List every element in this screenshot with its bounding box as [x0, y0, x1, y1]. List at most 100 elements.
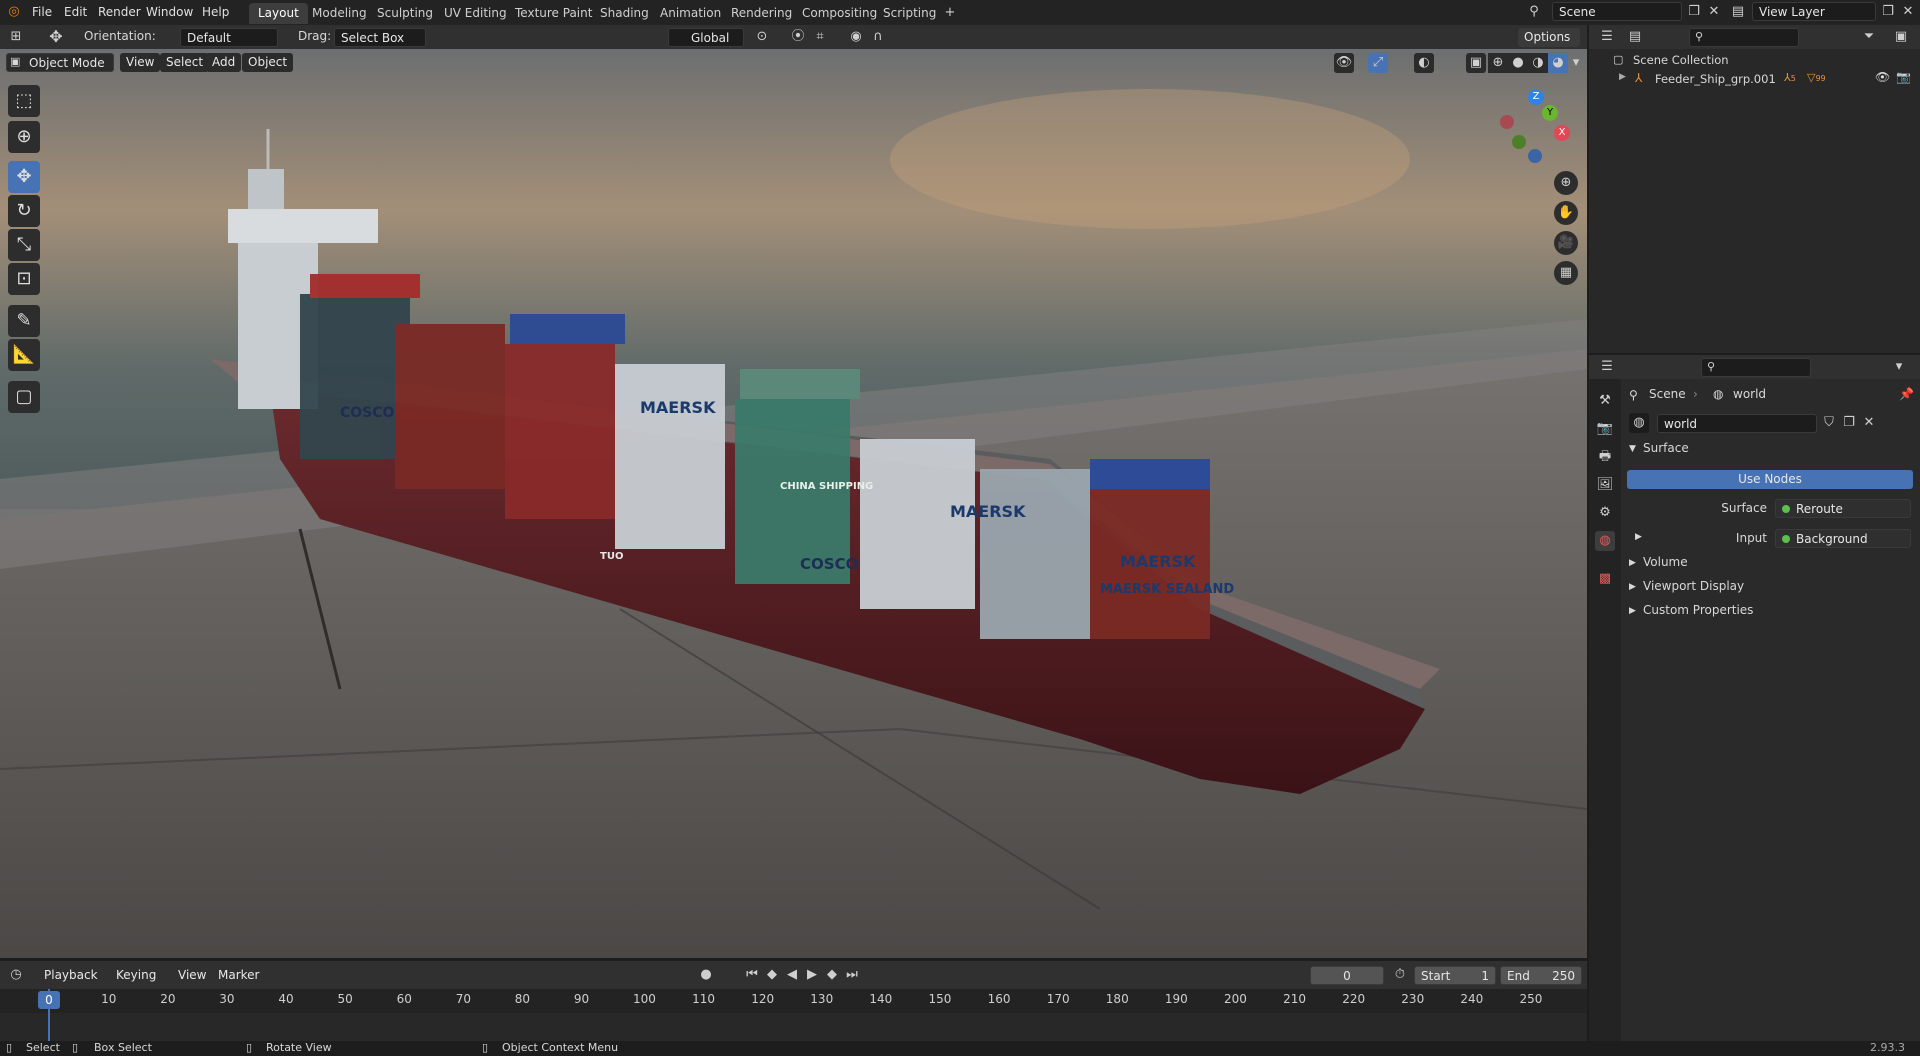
- jump-start-icon[interactable]: ⏮: [742, 965, 762, 985]
- duplicate-world-icon[interactable]: ❐: [1839, 413, 1859, 433]
- scene-selector[interactable]: Scene: [1552, 2, 1682, 21]
- input-value-field[interactable]: Background: [1775, 529, 1911, 548]
- use-nodes-button[interactable]: Use Nodes: [1627, 470, 1913, 489]
- select-box-tool-icon[interactable]: ⬚: [8, 85, 40, 117]
- falloff-icon[interactable]: ∩: [868, 27, 888, 47]
- menu-add[interactable]: Add: [206, 53, 242, 72]
- annotate-tool-icon[interactable]: ✎: [8, 305, 40, 337]
- world-tab-icon[interactable]: ◍: [1595, 531, 1615, 551]
- xray-icon[interactable]: ▣: [1466, 53, 1486, 73]
- menu-view[interactable]: View: [120, 53, 161, 72]
- view-layer-selector[interactable]: View Layer: [1752, 2, 1876, 21]
- properties-editor-type-icon[interactable]: ☰: [1597, 357, 1617, 377]
- volume-expand-icon[interactable]: ▶: [1629, 558, 1636, 568]
- surface-collapse-icon[interactable]: ▼: [1629, 444, 1636, 454]
- navigation-gizmo[interactable]: Z Y X: [1496, 89, 1576, 169]
- scene-tab-icon[interactable]: ⚙: [1595, 503, 1615, 523]
- solid-shading-icon[interactable]: ●: [1508, 53, 1528, 73]
- tab-modeling[interactable]: Modeling: [303, 3, 376, 24]
- view-layer-icon[interactable]: ▤: [1728, 2, 1748, 22]
- world-name-field[interactable]: world: [1657, 414, 1817, 433]
- playback-menu[interactable]: Playback: [38, 966, 104, 985]
- new-view-layer-icon[interactable]: ❐: [1878, 2, 1898, 22]
- drag-dropdown[interactable]: Select Box: [334, 28, 426, 47]
- tool-tab-icon[interactable]: ⚒: [1595, 391, 1615, 411]
- menu-object[interactable]: Object: [242, 53, 294, 72]
- overlays-icon[interactable]: ◐: [1414, 53, 1434, 73]
- tab-compositing[interactable]: Compositing: [793, 3, 886, 24]
- menu-select[interactable]: Select: [160, 53, 210, 72]
- new-collection-icon[interactable]: ▣: [1891, 27, 1911, 47]
- display-mode-icon[interactable]: ▤: [1625, 27, 1645, 47]
- menu-window[interactable]: Window: [140, 3, 199, 22]
- start-frame-field[interactable]: Start 1: [1414, 966, 1496, 985]
- outliner-search-input[interactable]: [1689, 28, 1799, 47]
- pan-hand-icon[interactable]: ✋: [1554, 201, 1578, 225]
- shading-options-icon[interactable]: ▾: [1566, 53, 1586, 73]
- gizmo-y-axis[interactable]: Y: [1542, 105, 1558, 121]
- menu-render[interactable]: Render: [92, 3, 147, 22]
- menu-file[interactable]: File: [26, 3, 58, 22]
- visibility-icon[interactable]: 👁: [1334, 53, 1354, 73]
- playhead-frame[interactable]: 0: [38, 991, 60, 1009]
- volume-panel-header[interactable]: Volume: [1643, 555, 1688, 569]
- transform-tool-icon[interactable]: ⊡: [8, 263, 40, 295]
- mode-dropdown[interactable]: Object Mode: [6, 53, 114, 72]
- view-layer-tab-icon[interactable]: 🖼: [1595, 475, 1615, 495]
- tab-rendering[interactable]: Rendering: [722, 3, 801, 24]
- surface-value-field[interactable]: Reroute: [1775, 499, 1911, 518]
- play-reverse-icon[interactable]: ◀: [782, 965, 802, 985]
- gizmo-neg-x[interactable]: [1500, 115, 1514, 129]
- properties-options-icon[interactable]: ▾: [1889, 357, 1909, 377]
- new-scene-icon[interactable]: ❐: [1684, 2, 1704, 22]
- stopwatch-icon[interactable]: ⏱: [1390, 965, 1410, 985]
- tab-uv-editing[interactable]: UV Editing: [435, 3, 516, 24]
- cursor-tool-icon[interactable]: ⊕: [8, 121, 40, 153]
- options-button[interactable]: Options: [1518, 28, 1580, 47]
- keying-menu[interactable]: Keying: [110, 966, 163, 985]
- timeline-view-menu[interactable]: View: [172, 966, 213, 985]
- custom-properties-panel-header[interactable]: Custom Properties: [1643, 603, 1753, 617]
- jump-keyframe-back-icon[interactable]: ◆: [762, 965, 782, 985]
- add-cube-tool-icon[interactable]: ▢: [8, 381, 40, 413]
- texture-tab-icon[interactable]: ▩: [1595, 569, 1615, 589]
- orientation-dropdown[interactable]: Default: [180, 28, 278, 47]
- transform-orientation-dropdown[interactable]: Global: [668, 28, 744, 47]
- expand-arrow-icon[interactable]: ▶: [1619, 72, 1626, 82]
- tab-texture-paint[interactable]: Texture Paint: [506, 3, 601, 24]
- wireframe-shading-icon[interactable]: ⊕: [1488, 53, 1508, 73]
- world-browse-icon[interactable]: ◍: [1629, 413, 1649, 433]
- snap-icon[interactable]: ⦿: [788, 27, 808, 47]
- gizmo-x-axis[interactable]: X: [1554, 125, 1570, 141]
- pivot-point-icon[interactable]: ⊙: [752, 27, 772, 47]
- input-expand-icon[interactable]: ▶: [1635, 532, 1642, 542]
- add-workspace-icon[interactable]: +: [940, 3, 960, 23]
- tab-shading[interactable]: Shading: [591, 3, 658, 24]
- end-frame-field[interactable]: End 250: [1500, 966, 1582, 985]
- rotate-tool-icon[interactable]: ↻: [8, 195, 40, 227]
- viewport-display-panel-header[interactable]: Viewport Display: [1643, 579, 1744, 593]
- custom-properties-expand-icon[interactable]: ▶: [1629, 606, 1636, 616]
- tab-sculpting[interactable]: Sculpting: [368, 3, 442, 24]
- tab-layout[interactable]: Layout: [249, 3, 308, 24]
- surface-panel-header[interactable]: Surface: [1643, 441, 1689, 455]
- editor-type-icon[interactable]: ⊞: [6, 27, 26, 47]
- scene-collection-label[interactable]: Scene Collection: [1633, 53, 1729, 67]
- gizmo-neg-z[interactable]: [1528, 149, 1542, 163]
- jump-keyframe-forward-icon[interactable]: ◆: [822, 965, 842, 985]
- output-tab-icon[interactable]: 🖶: [1595, 447, 1615, 467]
- render-tab-icon[interactable]: 📷: [1595, 419, 1615, 439]
- properties-search-input[interactable]: [1701, 358, 1811, 377]
- fake-user-shield-icon[interactable]: ⛉: [1819, 413, 1839, 433]
- gizmo-neg-y[interactable]: [1512, 135, 1526, 149]
- outliner-editor-type-icon[interactable]: ☰: [1597, 27, 1617, 47]
- render-camera-icon[interactable]: 📷: [1896, 70, 1911, 84]
- tab-scripting[interactable]: Scripting: [874, 3, 945, 24]
- menu-edit[interactable]: Edit: [58, 3, 93, 22]
- move-tool-icon[interactable]: ✥: [46, 27, 66, 47]
- current-frame-field[interactable]: 0: [1310, 966, 1384, 985]
- measure-tool-icon[interactable]: 📐: [8, 339, 40, 371]
- menu-help[interactable]: Help: [196, 3, 235, 22]
- zoom-icon[interactable]: ⊕: [1554, 171, 1578, 195]
- camera-view-icon[interactable]: 🎥: [1554, 231, 1578, 255]
